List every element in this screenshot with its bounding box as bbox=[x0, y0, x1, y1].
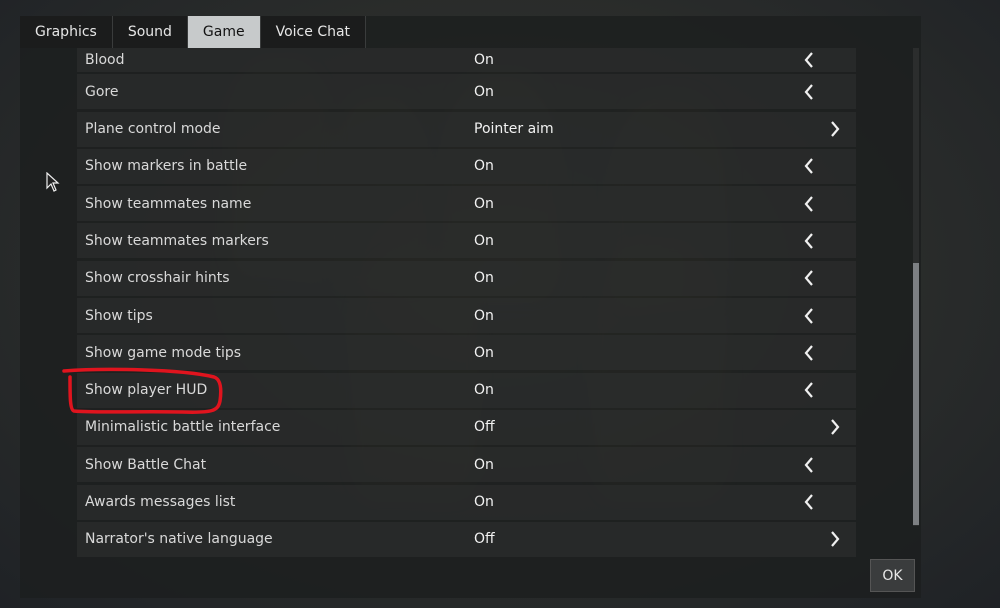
scrollbar-thumb[interactable] bbox=[913, 263, 919, 525]
chevron-left-icon[interactable] bbox=[799, 48, 819, 72]
setting-label: Show teammates markers bbox=[85, 232, 269, 249]
setting-label: Show crosshair hints bbox=[85, 270, 230, 287]
setting-label: Show Battle Chat bbox=[85, 456, 207, 473]
setting-value: On bbox=[474, 83, 494, 100]
settings-list: Blood On Gore On Plane control mode Pointer a… bbox=[77, 48, 856, 562]
chevron-left-icon[interactable] bbox=[799, 304, 819, 328]
chevron-left-icon[interactable] bbox=[799, 490, 819, 514]
chevron-left-icon[interactable] bbox=[799, 154, 819, 178]
setting-row[interactable]: Show tips On bbox=[77, 298, 856, 334]
setting-row[interactable]: Awards messages list On bbox=[77, 484, 856, 520]
setting-label: Minimalistic battle interface bbox=[85, 419, 281, 436]
setting-value: On bbox=[474, 232, 494, 249]
setting-label: Show teammates name bbox=[85, 195, 252, 212]
setting-value: On bbox=[474, 52, 494, 68]
setting-row[interactable]: Plane control mode Pointer aim bbox=[77, 111, 856, 147]
setting-value: On bbox=[474, 307, 494, 324]
setting-label: Plane control mode bbox=[85, 121, 221, 138]
setting-value: On bbox=[474, 494, 494, 511]
chevron-left-icon[interactable] bbox=[799, 266, 819, 290]
setting-label: Show tips bbox=[85, 307, 153, 324]
setting-label: Narrator's native language bbox=[85, 531, 273, 548]
setting-row[interactable]: Narrator's native language Off bbox=[77, 521, 856, 557]
setting-row[interactable]: Show crosshair hints On bbox=[77, 260, 856, 296]
setting-value: On bbox=[474, 456, 494, 473]
setting-value: On bbox=[474, 344, 494, 361]
tab-graphics[interactable]: Graphics bbox=[20, 16, 113, 48]
ok-button[interactable]: OK bbox=[870, 559, 915, 592]
chevron-left-icon[interactable] bbox=[799, 80, 819, 104]
tab-game[interactable]: Game bbox=[187, 16, 261, 48]
chevron-left-icon[interactable] bbox=[799, 341, 819, 365]
setting-row[interactable]: Show teammates name On bbox=[77, 186, 856, 222]
setting-label: Show game mode tips bbox=[85, 344, 242, 361]
mouse-pointer-icon bbox=[46, 172, 60, 192]
setting-row[interactable]: Show markers in battle On bbox=[77, 148, 856, 184]
setting-value: Off bbox=[474, 419, 495, 436]
setting-row[interactable]: Show game mode tips On bbox=[77, 335, 856, 371]
tab-voice-chat[interactable]: Voice Chat bbox=[260, 16, 367, 48]
setting-row[interactable]: Gore On bbox=[77, 74, 856, 110]
setting-label: Gore bbox=[85, 83, 119, 100]
tab-bar: Graphics Sound Game Voice Chat bbox=[20, 16, 367, 48]
setting-label: Show markers in battle bbox=[85, 158, 248, 175]
chevron-left-icon[interactable] bbox=[799, 453, 819, 477]
chevron-right-icon[interactable] bbox=[825, 117, 845, 141]
scrollbar[interactable] bbox=[913, 48, 919, 526]
setting-value: On bbox=[474, 270, 494, 287]
chevron-right-icon[interactable] bbox=[825, 415, 845, 439]
setting-value: Off bbox=[474, 531, 495, 548]
setting-value: On bbox=[474, 195, 494, 212]
setting-label: Awards messages list bbox=[85, 494, 236, 511]
setting-value: On bbox=[474, 158, 494, 175]
setting-row[interactable]: Blood On bbox=[77, 48, 856, 72]
chevron-left-icon[interactable] bbox=[799, 229, 819, 253]
chevron-left-icon[interactable] bbox=[799, 378, 819, 402]
settings-dialog: Graphics Sound Game Voice Chat Blood On Go… bbox=[20, 16, 921, 598]
setting-label: Blood bbox=[85, 52, 125, 68]
setting-value: Pointer aim bbox=[474, 121, 554, 138]
setting-row[interactable]: Show teammates markers On bbox=[77, 223, 856, 259]
setting-row[interactable]: Show Battle Chat On bbox=[77, 447, 856, 483]
tab-sound[interactable]: Sound bbox=[112, 16, 188, 48]
chevron-left-icon[interactable] bbox=[799, 192, 819, 216]
chevron-right-icon[interactable] bbox=[825, 527, 845, 551]
red-annotation-circle bbox=[62, 367, 223, 414]
setting-value: On bbox=[474, 382, 494, 399]
